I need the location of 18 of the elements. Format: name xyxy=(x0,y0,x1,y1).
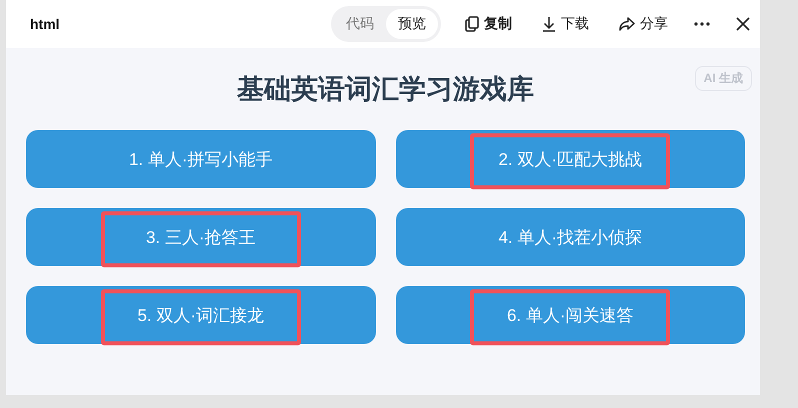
game-button[interactable]: 2. 双人·匹配大挑战 xyxy=(396,130,745,188)
share-icon xyxy=(619,17,635,31)
more-icon xyxy=(694,22,710,26)
view-tab[interactable]: 代码 xyxy=(334,9,386,39)
page-title: 基础英语词汇学习游戏库 xyxy=(237,73,534,106)
share-button[interactable]: 分享 xyxy=(613,11,674,37)
download-icon xyxy=(542,16,556,32)
game-button[interactable]: 4. 单人·找茬小侦探 xyxy=(396,208,745,266)
game-button[interactable]: 6. 单人·闯关速答 xyxy=(396,286,745,344)
close-icon xyxy=(736,17,750,31)
game-button[interactable]: 3. 三人·抢答王 xyxy=(26,208,376,266)
copy-icon xyxy=(465,16,479,32)
window-title: html xyxy=(30,16,60,32)
download-button[interactable]: 下载 xyxy=(536,11,595,37)
game-button[interactable]: 5. 双人·词汇接龙 xyxy=(26,286,376,344)
game-button[interactable]: 1. 单人·拼写小能手 xyxy=(26,130,376,188)
view-tab[interactable]: 预览 xyxy=(386,9,438,39)
copy-button[interactable]: 复制 xyxy=(459,11,518,37)
